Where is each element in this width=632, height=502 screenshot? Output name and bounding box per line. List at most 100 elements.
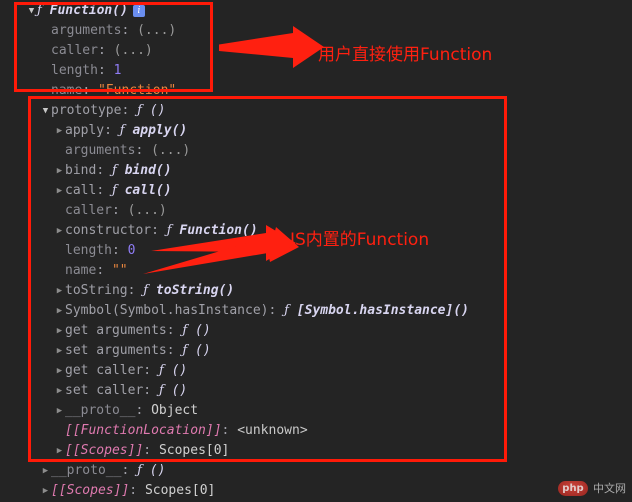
property-colon: : [111, 243, 128, 258]
tree-row[interactable]: ▶ get caller: ƒ () [0, 361, 632, 381]
property-value: bind() [124, 163, 172, 178]
disclosure-triangle-closed-icon[interactable]: ▶ [40, 461, 51, 481]
disclosure-spacer: ▶ [54, 241, 65, 261]
disclosure-triangle-closed-icon[interactable]: ▶ [54, 121, 65, 141]
disclosure-triangle-closed-icon[interactable]: ▶ [54, 161, 65, 181]
tree-row[interactable]: ▼ prototype: ƒ () [0, 101, 632, 121]
info-badge-icon[interactable]: i [132, 5, 145, 17]
tree-row[interactable]: ▶ set arguments: ƒ () [0, 341, 632, 361]
tree-row[interactable]: ▶name: "Function" [0, 81, 632, 101]
disclosure-spacer: ▶ [54, 141, 65, 161]
tree-row[interactable]: ▶caller: (...) [0, 41, 632, 61]
property-colon: : [268, 303, 285, 318]
property-value: 1 [113, 63, 122, 78]
watermark-text: 中文网 [593, 482, 626, 495]
property-name: set caller [65, 383, 144, 398]
function-glyph-icon: ƒ [182, 343, 188, 358]
property-value: () [171, 383, 188, 398]
function-glyph-icon: ƒ [158, 383, 164, 398]
property-colon: : [135, 403, 152, 418]
disclosure-spacer: ▶ [40, 41, 51, 61]
object-inspector-tree[interactable]: ▼ƒ Function()i▶arguments: (...)▶caller: … [0, 0, 632, 501]
tree-row[interactable]: ▶ __proto__: ƒ () [0, 461, 632, 481]
disclosure-triangle-closed-icon[interactable]: ▶ [54, 401, 65, 421]
property-name: set arguments [65, 343, 167, 358]
property-name: [[Scopes]] [65, 443, 144, 458]
tree-row[interactable]: ▼ ƒ Function() i [0, 1, 632, 21]
property-colon: : [166, 343, 183, 358]
property-name: constructor [65, 223, 152, 238]
property-value: (...) [137, 23, 177, 38]
disclosure-spacer: ▶ [40, 81, 51, 101]
tree-row[interactable]: ▶ set caller: ƒ () [0, 381, 632, 401]
property-colon: : [121, 103, 138, 118]
disclosure-triangle-closed-icon[interactable]: ▶ [54, 321, 65, 341]
property-value: () [149, 103, 166, 118]
disclosure-triangle-closed-icon[interactable]: ▶ [54, 441, 65, 461]
property-colon: : [143, 383, 159, 398]
property-colon: : [121, 463, 138, 478]
property-name: length [65, 243, 112, 258]
property-name: caller [51, 43, 98, 58]
function-glyph-icon: ƒ [137, 103, 142, 118]
property-name: call [65, 183, 97, 198]
property-name: get caller [65, 363, 144, 378]
disclosure-triangle-closed-icon[interactable]: ▶ [54, 221, 65, 241]
tree-row[interactable]: ▶ bind: ƒ bind() [0, 161, 632, 181]
tree-row[interactable]: ▶ get arguments: ƒ () [0, 321, 632, 341]
property-name: __proto__ [65, 403, 136, 418]
tree-row[interactable]: ▶ [[Scopes]]: Scopes[0] [0, 441, 632, 461]
function-glyph-icon: ƒ [111, 183, 117, 198]
property-colon: : [143, 363, 159, 378]
tree-row[interactable]: ▶length: 1 [0, 61, 632, 81]
tree-row[interactable]: ▶arguments: (...) [0, 141, 632, 161]
property-value: Function() [179, 223, 258, 238]
function-glyph-icon: ƒ [137, 463, 142, 478]
tree-row[interactable]: ▶ Symbol(Symbol.hasInstance): ƒ [Symbol.h… [0, 301, 632, 321]
disclosure-triangle-closed-icon[interactable]: ▶ [54, 381, 65, 401]
property-name: arguments [65, 143, 136, 158]
property-colon: : [82, 83, 98, 98]
function-glyph-icon: ƒ [166, 223, 172, 238]
disclosure-triangle-open-icon[interactable]: ▼ [26, 1, 37, 21]
php-logo-badge: php [558, 480, 588, 496]
property-name: name [65, 263, 97, 278]
tree-row[interactable]: ▶ toString: ƒ toString() [0, 281, 632, 301]
disclosure-triangle-closed-icon[interactable]: ▶ [54, 341, 65, 361]
tree-row[interactable]: ▶[[FunctionLocation]]: <unknown> [0, 421, 632, 441]
property-value: (...) [151, 143, 191, 158]
tree-row[interactable]: ▶ [[Scopes]]: Scopes[0] [0, 481, 632, 501]
tree-row[interactable]: ▶ apply: ƒ apply() [0, 121, 632, 141]
disclosure-triangle-open-icon[interactable]: ▼ [40, 101, 51, 121]
property-colon: : [166, 323, 183, 338]
tree-row[interactable]: ▶name: "" [0, 261, 632, 281]
property-value: Scopes[0] [144, 483, 216, 498]
disclosure-triangle-closed-icon[interactable]: ▶ [54, 361, 65, 381]
property-colon: : [151, 223, 167, 238]
disclosure-spacer: ▶ [54, 421, 65, 441]
tree-row[interactable]: ▶caller: (...) [0, 201, 632, 221]
property-value: Function() [49, 3, 128, 18]
disclosure-triangle-closed-icon[interactable]: ▶ [54, 301, 65, 321]
property-value: 0 [127, 243, 136, 258]
annotation-user-direct: 用户直接使用Function [318, 45, 493, 65]
disclosure-spacer: ▶ [40, 21, 51, 41]
property-value: Scopes[0] [158, 443, 230, 458]
function-glyph-icon: ƒ [182, 323, 188, 338]
function-glyph-icon: ƒ [111, 163, 117, 178]
disclosure-triangle-closed-icon[interactable]: ▶ [40, 481, 51, 501]
property-name: Symbol(Symbol.hasInstance) [65, 303, 269, 318]
property-colon: : [111, 203, 128, 218]
disclosure-triangle-closed-icon[interactable]: ▶ [54, 181, 65, 201]
disclosure-spacer: ▶ [54, 261, 65, 281]
disclosure-triangle-closed-icon[interactable]: ▶ [54, 281, 65, 301]
property-name: apply [65, 123, 105, 138]
disclosure-spacer: ▶ [54, 201, 65, 221]
tree-row[interactable]: ▶ call: ƒ call() [0, 181, 632, 201]
property-value: <unknown> [237, 423, 308, 438]
devtools-console-screenshot: ▼ƒ Function()i▶arguments: (...)▶caller: … [0, 0, 632, 502]
tree-row[interactable]: ▶arguments: (...) [0, 21, 632, 41]
property-colon: : [135, 143, 152, 158]
tree-row[interactable]: ▶ __proto__: Object [0, 401, 632, 421]
property-value: toString() [155, 283, 235, 298]
